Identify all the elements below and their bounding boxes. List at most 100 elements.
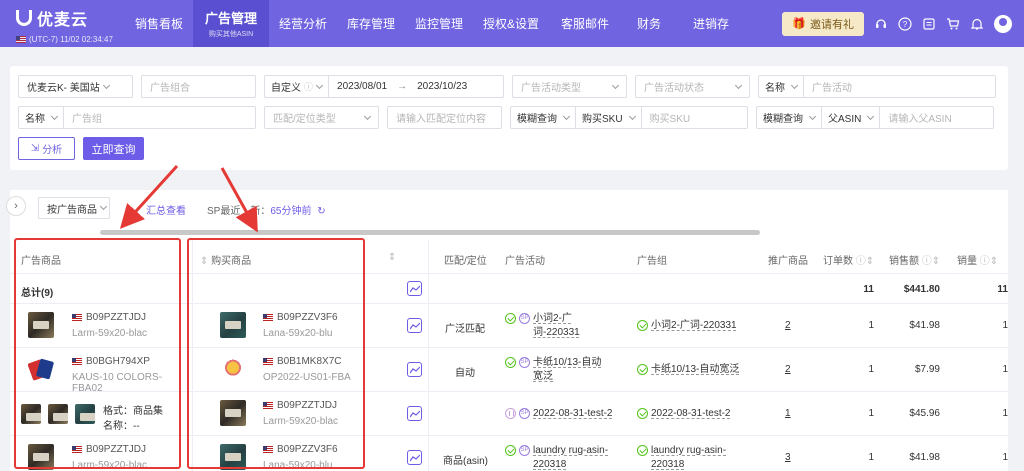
- date-range-picker[interactable]: 自定义 ⓘ 2023/08/01 → 2023/10/23: [264, 75, 504, 98]
- orders-value: 1: [868, 452, 874, 463]
- bell-icon[interactable]: [970, 17, 984, 31]
- sales-value: $7.99: [914, 364, 940, 375]
- horizontal-scrollbar[interactable]: [100, 230, 760, 235]
- nav-finance[interactable]: 财务: [621, 0, 677, 47]
- sales-value: $45.96: [909, 408, 940, 419]
- sort-icon[interactable]: ⇕: [388, 252, 396, 263]
- nav-inventory[interactable]: 库存管理: [337, 0, 405, 47]
- sales-value: $41.98: [909, 320, 940, 331]
- customer-service-icon[interactable]: [874, 17, 888, 31]
- date-start[interactable]: 2023/08/01: [337, 81, 387, 92]
- notes-icon[interactable]: [922, 17, 936, 31]
- units-value: 1: [1002, 320, 1008, 331]
- chevron-right-icon: ›: [14, 200, 18, 212]
- sp-badge-icon: SP: [519, 445, 530, 456]
- total-units: 11: [997, 284, 1008, 295]
- refresh-icon[interactable]: ↻: [317, 206, 325, 217]
- nav-business-analysis[interactable]: 经营分析: [269, 0, 337, 47]
- analyze-button[interactable]: ⇲ 分析: [18, 137, 75, 160]
- match-type-select[interactable]: 匹配/定位类型: [264, 106, 379, 129]
- expand-sidebar-button[interactable]: ›: [6, 196, 26, 216]
- date-mode-select[interactable]: 自定义 ⓘ: [265, 76, 330, 97]
- nav-monitoring[interactable]: 监控管理: [405, 0, 473, 47]
- fuzzy-query-select[interactable]: 模糊查询: [511, 107, 576, 128]
- parent-asin-search[interactable]: 模糊查询 父ASIN 请输入父ASIN: [756, 106, 994, 129]
- ad-group-link[interactable]: laundry rug-asin-220318: [637, 444, 747, 471]
- status-enabled-icon: [505, 357, 516, 368]
- match-content-input[interactable]: 请输入匹配定位内容: [387, 106, 502, 129]
- trend-chart-icon[interactable]: [407, 362, 422, 377]
- date-end[interactable]: 2023/10/23: [417, 81, 467, 92]
- match-type: 商品(asin): [443, 456, 489, 467]
- summary-view-link[interactable]: 汇总查看: [146, 202, 186, 217]
- match-type: 自动: [455, 368, 475, 379]
- campaign-link[interactable]: SP 小词2-广词-220331: [505, 312, 605, 340]
- buy-sku-field-select[interactable]: 购买SKU: [576, 107, 642, 128]
- promoted-count[interactable]: 1: [785, 408, 791, 419]
- info-icon: ⓘ: [304, 82, 314, 92]
- brand-logo-icon: [16, 10, 32, 26]
- ad-group-link[interactable]: 卡纸10/13-自动宽泛: [637, 363, 739, 377]
- gift-icon: 🎁: [792, 18, 806, 30]
- brand-name: 优麦云: [37, 12, 89, 29]
- nav-purchase-sales[interactable]: 进销存: [677, 0, 745, 47]
- status-enabled-icon: [505, 445, 516, 456]
- status-enabled-icon: [637, 364, 648, 375]
- campaign-type-select[interactable]: 广告活动类型: [512, 75, 627, 98]
- store-select[interactable]: 优麦云K- 美国站: [18, 75, 133, 98]
- promoted-count[interactable]: 2: [785, 320, 791, 331]
- annotation-box-buy-product: [187, 238, 365, 469]
- sp-badge-icon: SP: [519, 357, 530, 368]
- ad-combo-select[interactable]: 广告组合: [141, 75, 256, 98]
- nav-sales-board[interactable]: 销售看板: [125, 0, 193, 47]
- units-value: 1: [1002, 408, 1008, 419]
- ad-group-search[interactable]: 名称 广告组: [18, 106, 256, 129]
- top-navbar: 优麦云 (UTC-7) 11/02 02:34:47 销售看板 广告管理 购买其…: [0, 0, 1024, 47]
- campaign-status-select[interactable]: 广告活动状态: [635, 75, 750, 98]
- help-icon[interactable]: ?: [898, 16, 912, 31]
- campaign-link[interactable]: SP laundry rug-asin-220318: [505, 444, 615, 471]
- filter-panel: 优麦云K- 美国站 广告组合 自定义 ⓘ 2023/08/01 → 2023/10…: [10, 66, 1008, 170]
- ad-group-link[interactable]: 小词2-广词-220331: [637, 319, 737, 333]
- status-enabled-icon: [637, 408, 648, 419]
- trend-chart-icon[interactable]: [407, 318, 422, 333]
- orders-value: 1: [868, 408, 874, 419]
- col-units[interactable]: 销量 ⓘ⇕: [957, 252, 998, 267]
- query-button[interactable]: 立即查询: [83, 137, 144, 160]
- group-by-select[interactable]: 按广告商品: [38, 197, 110, 219]
- us-flag-icon: [16, 36, 26, 43]
- trend-chart-icon[interactable]: [407, 281, 422, 296]
- orders-value: 1: [868, 320, 874, 331]
- parent-asin-field-select[interactable]: 父ASIN: [822, 107, 881, 128]
- invite-button[interactable]: 🎁 邀请有礼: [782, 11, 864, 36]
- units-value: 1: [1002, 452, 1008, 463]
- status-paused-icon: [505, 408, 516, 419]
- nav-ad-management[interactable]: 广告管理 购买其他ASIN: [193, 0, 269, 47]
- cart-icon[interactable]: [946, 17, 960, 31]
- user-avatar[interactable]: [994, 14, 1012, 33]
- trend-chart-icon[interactable]: [407, 406, 422, 421]
- trend-chart-icon[interactable]: [407, 450, 422, 465]
- nav-service-mail[interactable]: 客服邮件: [549, 0, 621, 47]
- campaign-link[interactable]: SP 2022-08-31-test-2: [505, 407, 613, 421]
- col-sales[interactable]: 销售额 ⓘ⇕: [889, 252, 940, 267]
- ad-group-name-mode-select[interactable]: 名称: [19, 107, 64, 128]
- campaign-link[interactable]: SP 卡纸10/13-自动宽泛: [505, 356, 605, 384]
- total-sales: $441.80: [903, 284, 940, 295]
- col-promoted: 推广商品: [768, 256, 808, 267]
- buy-sku-search[interactable]: 模糊查询 购买SKU 购买SKU: [510, 106, 748, 129]
- promoted-count[interactable]: 2: [785, 364, 791, 375]
- campaign-name-mode-select[interactable]: 名称: [759, 76, 804, 97]
- col-match: 匹配/定位: [444, 256, 487, 267]
- campaign-search[interactable]: 名称 广告活动: [758, 75, 996, 98]
- status-enabled-icon: [637, 445, 648, 456]
- fuzzy-query-select-2[interactable]: 模糊查询: [757, 107, 822, 128]
- col-orders[interactable]: 订单数 ⓘ⇕: [823, 252, 874, 267]
- nav-auth-settings[interactable]: 授权&设置: [473, 0, 549, 47]
- sp-badge-icon: SP: [519, 408, 530, 419]
- promoted-count[interactable]: 3: [785, 452, 791, 463]
- ad-group-link[interactable]: 2022-08-31-test-2: [637, 407, 731, 421]
- annotation-box-ad-product: [14, 238, 181, 469]
- chevron-down-icon: [102, 81, 110, 89]
- sp-badge-icon: SP: [519, 313, 530, 324]
